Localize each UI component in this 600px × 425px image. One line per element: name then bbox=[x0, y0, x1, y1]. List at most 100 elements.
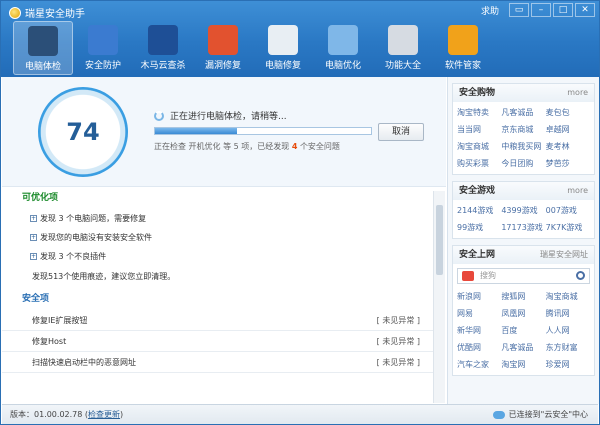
sidebar-link[interactable]: 淘宝商城 bbox=[546, 288, 590, 305]
tab-3[interactable]: 漏洞修复 bbox=[193, 21, 253, 75]
scan-detail-post: 个安全问题 bbox=[299, 142, 340, 151]
score-gauge: 74 bbox=[38, 87, 128, 177]
scan-status-text: 正在进行电脑体检，请稍等... bbox=[170, 112, 287, 122]
tab-label: 电脑体检 bbox=[24, 62, 61, 72]
scan-detail: 正在检查 开机优化 等 5 项，已经发现 4 个安全问题 bbox=[154, 141, 340, 152]
optimize-section-title: 可优化项 bbox=[22, 193, 59, 203]
expand-icon[interactable]: + bbox=[30, 215, 37, 222]
sidebar-link[interactable]: 2144游戏 bbox=[457, 202, 501, 219]
shop-panel: 安全购物 more 淘宝特卖 凡客诚品 麦包包当当网 京东商城 卓越网淘宝商城 中粮我买网麦… bbox=[452, 83, 595, 175]
tab-2[interactable]: 木马云查杀 bbox=[133, 21, 193, 75]
checklist-icon bbox=[268, 25, 298, 55]
check-update-link[interactable]: 检查更新 bbox=[88, 410, 120, 419]
sidebar-link[interactable]: 东方财富 bbox=[546, 339, 590, 356]
tab-5[interactable]: 电脑优化 bbox=[313, 21, 373, 75]
sidebar-link[interactable]: 腾讯网 bbox=[546, 305, 590, 322]
safe-site-link[interactable]: 瑞星安全网址 bbox=[540, 246, 588, 264]
safe-section-title: 安全项 bbox=[22, 294, 50, 304]
sidebar-link[interactable]: 凤凰网 bbox=[501, 305, 545, 322]
tab-label: 安全防护 bbox=[84, 61, 121, 71]
sidebar-link[interactable]: 今日团购 bbox=[501, 155, 545, 172]
sidebar-link[interactable]: 7K7K游戏 bbox=[546, 219, 590, 236]
sidebar-link[interactable]: 优酷网 bbox=[457, 339, 501, 356]
firewall-icon bbox=[88, 25, 118, 55]
sidebar-link[interactable]: 卓越网 bbox=[546, 121, 590, 138]
scan-header: 74 正在进行电脑体检，请稍等... 正在检查 开机优化 等 5 项，已经发现 … bbox=[2, 77, 446, 187]
sidebar-link[interactable]: 凡客诚品 bbox=[501, 104, 545, 121]
expand-icon[interactable]: + bbox=[30, 253, 37, 260]
sidebar-link[interactable]: 汽车之家 bbox=[457, 356, 501, 373]
optimize-icon bbox=[328, 25, 358, 55]
games-header: 安全游戏 more bbox=[453, 182, 594, 200]
sidebar-link[interactable]: 淘宝网 bbox=[501, 356, 545, 373]
close-button[interactable]: ✕ bbox=[575, 3, 595, 17]
health-score: 74 bbox=[66, 118, 100, 146]
sidebar-link[interactable]: 搜狐网 bbox=[501, 288, 545, 305]
skin-button[interactable]: ▭ bbox=[509, 3, 529, 17]
maximize-button[interactable]: □ bbox=[553, 3, 573, 17]
sidebar-link[interactable]: 麦包包 bbox=[546, 104, 590, 121]
web-header: 安全上网 瑞星安全网址 bbox=[453, 246, 594, 264]
cloud-status: 已连接到"云安全"中心 bbox=[492, 405, 588, 425]
sidebar-link[interactable]: 百度 bbox=[501, 322, 545, 339]
sidebar-link[interactable]: 京东商城 bbox=[501, 121, 545, 138]
app-title-text: 瑞星安全助手 bbox=[25, 9, 85, 20]
issue-count: 4 bbox=[291, 142, 298, 151]
sidebar-link[interactable]: 4399游戏 bbox=[501, 202, 545, 219]
sidebar-link[interactable]: 淘宝特卖 bbox=[457, 104, 501, 121]
sidebar-link[interactable]: 新浪网 bbox=[457, 288, 501, 305]
scan-status: 正在进行电脑体检，请稍等... bbox=[154, 109, 287, 122]
shop-more-link[interactable]: more bbox=[567, 84, 588, 102]
sidebar-link[interactable]: 中粮我买网 bbox=[501, 138, 545, 155]
tab-4[interactable]: 电脑修复 bbox=[253, 21, 313, 75]
games-links: 2144游戏 4399游戏 007游戏 99游戏 17173游戏 7K7K游戏 bbox=[453, 200, 594, 238]
minimize-button[interactable]: – bbox=[531, 3, 551, 17]
sidebar-link[interactable]: 珍爱网 bbox=[546, 356, 590, 373]
sidebar-link[interactable]: 梦芭莎 bbox=[546, 155, 590, 172]
tab-label: 软件管家 bbox=[444, 61, 481, 71]
scan-result-list: 可优化项 + 发现 3 个电脑问题，需要修复 + 发现您的电脑没有安装安全软件 + 发… bbox=[2, 187, 434, 404]
expand-icon[interactable]: + bbox=[30, 234, 37, 241]
web-links: 新浪网 搜狐网 淘宝商城网易 凤凰网 腾讯网新华网 百度 人人网优酷网 凡客诚品 东方财富汽车之… bbox=[453, 286, 594, 375]
help-link[interactable]: 求助 bbox=[481, 4, 499, 17]
list-item[interactable]: + 发现 3 个不良插件 bbox=[2, 247, 434, 266]
sidebar-link[interactable]: 网易 bbox=[457, 305, 501, 322]
sidebar-link[interactable]: 人人网 bbox=[546, 322, 590, 339]
sidebar-link[interactable]: 凡客诚品 bbox=[501, 339, 545, 356]
tab-label: 电脑优化 bbox=[324, 61, 361, 71]
trace-note: 发现513个使用痕迹，建议您立即清理。 bbox=[32, 272, 176, 281]
sidebar-link[interactable]: 淘宝商城 bbox=[457, 138, 501, 155]
search-icon[interactable] bbox=[576, 271, 585, 280]
cancel-button[interactable]: 取消 bbox=[378, 123, 424, 141]
windows-icon bbox=[208, 25, 238, 55]
sidebar-link[interactable]: 麦考林 bbox=[546, 138, 590, 155]
table-row: 修复Host[ 未见异常 ] bbox=[2, 331, 434, 352]
main-tabs: 电脑体检 安全防护 木马云查杀 漏洞修复 电脑修复 电脑优化 功能大全 软件管家 bbox=[13, 21, 493, 75]
tab-1[interactable]: 安全防护 bbox=[73, 21, 133, 75]
tab-7[interactable]: 软件管家 bbox=[433, 21, 493, 75]
tab-label: 木马云查杀 bbox=[140, 61, 186, 71]
tab-6[interactable]: 功能大全 bbox=[373, 21, 433, 75]
scrollbar-thumb[interactable] bbox=[436, 205, 443, 275]
tab-label: 功能大全 bbox=[384, 61, 421, 71]
sidebar-link[interactable]: 新华网 bbox=[457, 322, 501, 339]
monitor-icon bbox=[28, 26, 58, 56]
list-item[interactable]: + 发现 3 个电脑问题，需要修复 bbox=[2, 209, 434, 228]
toolbar: 瑞星安全助手 求助 ▭ – □ ✕ 电脑体检 安全防护 木马云查杀 漏洞修复 电脑修复电… bbox=[1, 1, 599, 77]
sidebar-link[interactable]: 当当网 bbox=[457, 121, 501, 138]
sidebar-link[interactable]: 007游戏 bbox=[546, 202, 590, 219]
scrollbar[interactable] bbox=[433, 191, 445, 403]
disc-icon bbox=[388, 25, 418, 55]
tab-0[interactable]: 电脑体检 bbox=[13, 21, 73, 75]
cloud-icon bbox=[492, 411, 505, 419]
shop-links: 淘宝特卖 凡客诚品 麦包包当当网 京东商城 卓越网淘宝商城 中粮我买网 麦考林购买彩票 今日团… bbox=[453, 102, 594, 174]
list-item[interactable]: + 发现您的电脑没有安装安全软件 bbox=[2, 228, 434, 247]
games-more-link[interactable]: more bbox=[567, 182, 588, 200]
search-input[interactable]: 搜狗 bbox=[457, 268, 590, 284]
app-window: 瑞星安全助手 求助 ▭ – □ ✕ 电脑体检 安全防护 木马云查杀 漏洞修复 电脑修复电… bbox=[0, 0, 600, 425]
sidebar-link[interactable]: 购买彩票 bbox=[457, 155, 501, 172]
scan-progress-bar bbox=[154, 127, 372, 135]
sidebar-link[interactable]: 17173游戏 bbox=[501, 219, 545, 236]
sidebar-link[interactable]: 99游戏 bbox=[457, 219, 501, 236]
shop-header: 安全购物 more bbox=[453, 84, 594, 102]
